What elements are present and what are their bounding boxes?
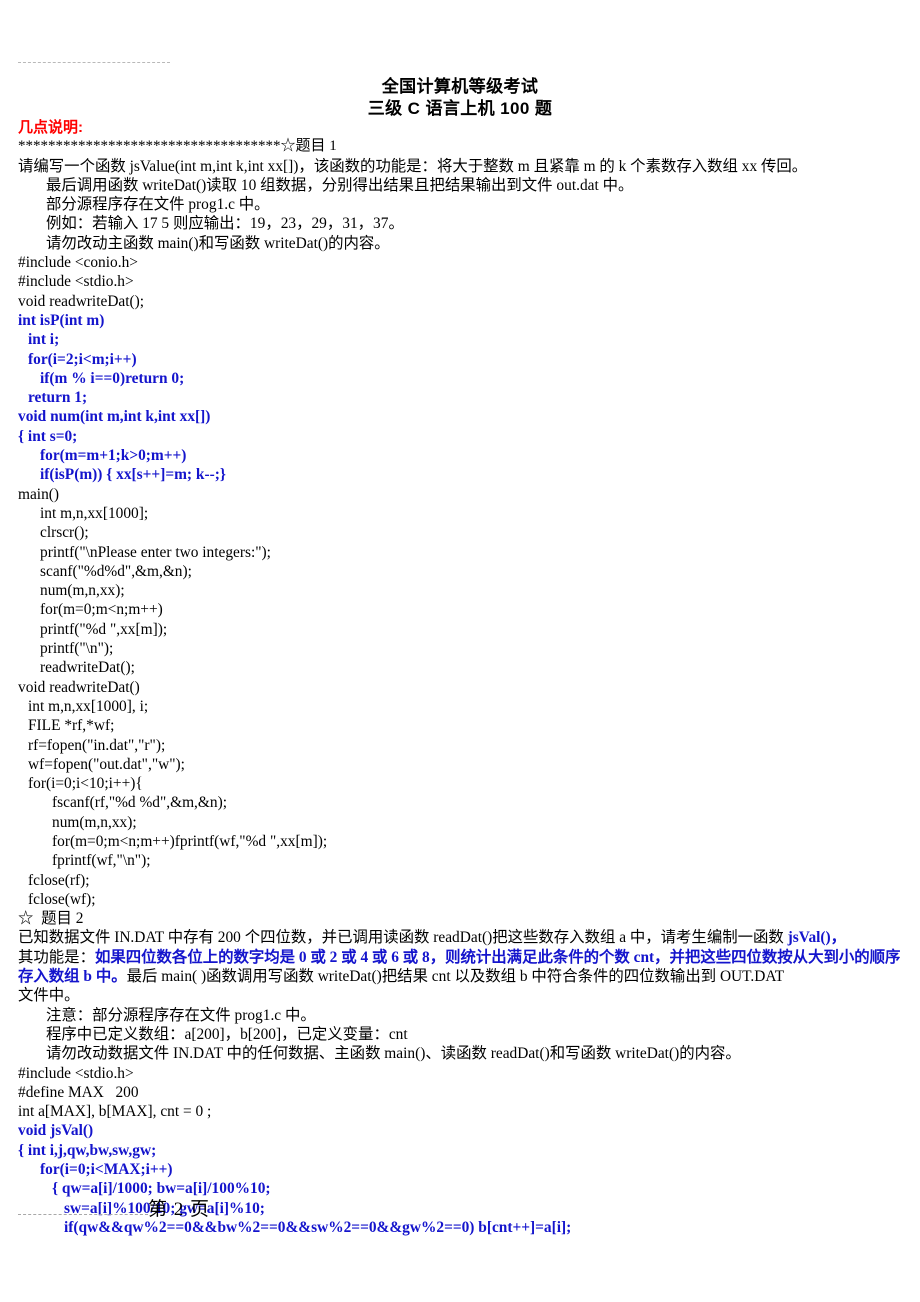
code-line: int a[MAX], b[MAX], cnt = 0 ; — [18, 1103, 212, 1121]
code-line: num(m,n,xx); — [52, 813, 137, 831]
page-footer: 第 2 页 — [18, 1198, 438, 1222]
code-line: fclose(wf); — [28, 890, 96, 908]
problem2-desc-part4: 文件中。 — [18, 987, 80, 1005]
code-line: #include <conio.h> — [18, 254, 138, 272]
code-line: fprintf(wf,"\n"); — [52, 852, 151, 870]
code-line: clrscr(); — [40, 524, 89, 542]
code-line: printf("\n"); — [40, 640, 114, 658]
code-line: #define MAX 200 — [18, 1083, 139, 1101]
title-line-1: 全国计算机等级考试 — [381, 77, 539, 96]
code-line: int isP(int m) — [18, 311, 105, 329]
code-line: int m,n,xx[1000], i; — [28, 697, 149, 715]
problem2-function-name: jsVal()， — [787, 929, 847, 947]
code-line: for(m=0;m<n;m++)fprintf(wf,"%d ",xx[m]); — [52, 832, 328, 850]
footer-rule-line — [18, 1213, 148, 1215]
code-line: int i; — [28, 331, 60, 349]
code-line: for(i=0;i<10;i++){ — [28, 775, 143, 793]
code-line: { qw=a[i]/1000; bw=a[i]/100%10; — [52, 1180, 271, 1198]
problem1-intro-line: 部分源程序存在文件 prog1.c 中。 — [46, 196, 270, 214]
problem1-intro-line: 例如：若输入 17 5 则应输出：19，23，29，31，37。 — [46, 215, 404, 233]
code-line: #include <stdio.h> — [18, 273, 134, 291]
section-heading-notes: 几点说明: — [18, 119, 83, 136]
header-rule — [18, 62, 170, 64]
header-rule-line — [18, 62, 170, 63]
problem2-desc-part3: 最后 main( )函数调用写函数 writeDat()把结果 cnt 以及数组… — [126, 968, 785, 986]
code-line: rf=fopen("in.dat","r"); — [28, 736, 166, 754]
problem2-heading: ☆ 题目 2 — [18, 910, 84, 928]
code-line: if(isP(m)) { xx[s++]=m; k--;} — [40, 466, 226, 484]
problem2-desc-part1: 已知数据文件 IN.DAT 中存有 200 个四位数，并已调用读函数 readD… — [18, 929, 788, 947]
code-line: return 1; — [28, 389, 88, 407]
title-line-2: 三级 C 语言上机 100 题 — [367, 99, 553, 118]
code-line: FILE *rf,*wf; — [28, 717, 115, 735]
code-line: printf("\nPlease enter two integers:"); — [40, 543, 271, 561]
code-line: num(m,n,xx); — [40, 582, 125, 600]
page-title: 全国计算机等级考试 三级 C 语言上机 100 题 — [0, 76, 920, 120]
problem2-description: 已知数据文件 IN.DAT 中存有 200 个四位数，并已调用读函数 readD… — [18, 928, 908, 986]
code-line: void jsVal() — [18, 1122, 94, 1140]
code-line: wf=fopen("out.dat","w"); — [28, 755, 185, 773]
code-line: readwriteDat(); — [40, 659, 135, 677]
separator-stars: ***********************************☆题目 1 — [18, 138, 337, 155]
code-line: if(m % i==0)return 0; — [40, 369, 185, 387]
footer-page-number: 第 2 页 — [148, 1199, 211, 1220]
document-body: 几点说明: **********************************… — [18, 118, 908, 1237]
code-line: for(m=0;m<n;m++) — [40, 601, 163, 619]
code-line: fclose(rf); — [28, 871, 90, 889]
problem1-code-block: #include <conio.h> #include <stdio.h> void… — [18, 253, 908, 909]
problem2-note-line: 请勿改动数据文件 IN.DAT 中的任何数据、主函数 main()、读函数 re… — [46, 1045, 741, 1063]
code-line: for(i=2;i<m;i++) — [28, 350, 137, 368]
code-line: { int s=0; — [18, 427, 78, 445]
problem1-intro-line: 最后调用函数 writeDat()读取 10 组数据，分别得出结果且把结果输出到… — [46, 176, 634, 194]
code-line: void readwriteDat() — [18, 678, 140, 696]
problem1-intro-line: 请编写一个函数 jsValue(int m,int k,int xx[])，该函… — [18, 157, 808, 175]
problem2-note-line: 注意：部分源程序存在文件 prog1.c 中。 — [46, 1006, 316, 1024]
problem2-note-line: 程序中已定义数组：a[200]，b[200]，已定义变量：cnt — [46, 1025, 408, 1043]
code-line: main() — [18, 485, 60, 503]
code-line: for(i=0;i<MAX;i++) — [40, 1161, 173, 1179]
problem2-desc-part2: 其功能是： — [18, 948, 95, 966]
problem1-intro-line: 请勿改动主函数 main()和写函数 writeDat()的内容。 — [46, 234, 390, 252]
problem2-notes: 注意：部分源程序存在文件 prog1.c 中。 程序中已定义数组：a[200]，… — [18, 1006, 908, 1064]
code-line: void num(int m,int k,int xx[]) — [18, 408, 211, 426]
code-line: void readwriteDat(); — [18, 292, 145, 310]
code-line: for(m=m+1;k>0;m++) — [40, 447, 187, 465]
code-line: { int i,j,qw,bw,sw,gw; — [18, 1141, 157, 1159]
code-line: printf("%d ",xx[m]); — [40, 620, 168, 638]
document-page: 全国计算机等级考试 三级 C 语言上机 100 题 几点说明: ********… — [0, 0, 920, 1302]
code-line: #include <stdio.h> — [18, 1064, 134, 1082]
code-line: int m,n,xx[1000]; — [40, 504, 149, 522]
code-line: fscanf(rf,"%d %d",&m,&n); — [52, 794, 227, 812]
code-line: scanf("%d%d",&m,&n); — [40, 562, 192, 580]
problem1-intro: 请编写一个函数 jsValue(int m,int k,int xx[])，该函… — [18, 157, 908, 253]
